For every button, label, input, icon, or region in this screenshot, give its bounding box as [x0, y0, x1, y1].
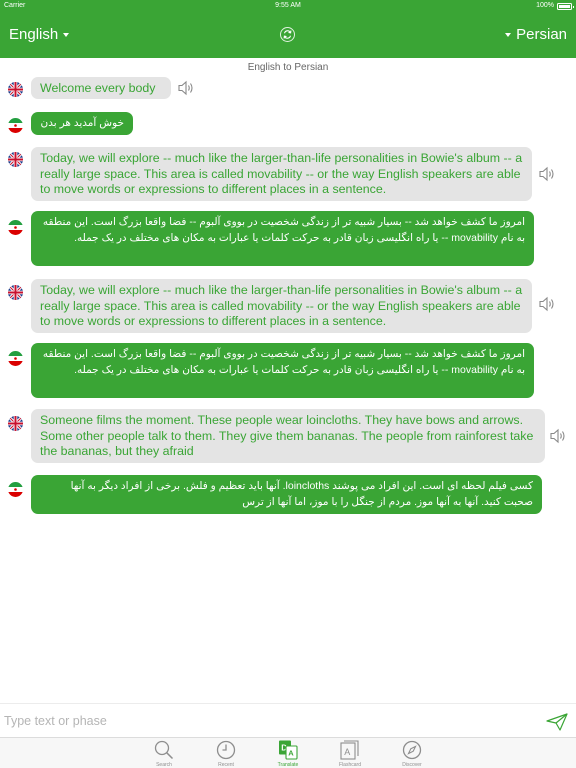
message-input-bar	[0, 703, 576, 737]
tab-translate[interactable]: D A Translate	[268, 739, 308, 768]
message-bubble-english[interactable]: Today, we will explore -- much like the …	[31, 279, 532, 333]
tab-recent[interactable]: Recent	[206, 739, 246, 768]
bottom-tab-bar: Search Recent D A Translate A Flashcard …	[0, 737, 576, 768]
clock-label: 9:55 AM	[275, 2, 301, 9]
battery-label: 100%	[536, 2, 554, 9]
source-language-label: English	[9, 26, 59, 43]
translate-text-input[interactable]	[0, 710, 530, 732]
uk-flag-icon	[8, 285, 23, 300]
message-bubble-persian[interactable]: خوش آمدید هر بدن	[31, 112, 133, 135]
tab-search[interactable]: Search	[144, 739, 184, 768]
speaker-icon[interactable]	[549, 428, 567, 444]
swap-languages-icon[interactable]	[280, 27, 295, 42]
message-bubble-persian[interactable]: امروز ما کشف خواهد شد -- بسیار شبیه تر ا…	[31, 343, 534, 398]
speaker-icon[interactable]	[177, 80, 195, 96]
tab-discover[interactable]: Discover	[392, 739, 432, 768]
svg-text:A: A	[288, 749, 294, 758]
tab-label: Translate	[277, 762, 299, 768]
translator-app: Carrier 9:55 AM 100% English Persian Eng…	[0, 0, 576, 768]
tab-label: Flashcard	[339, 762, 361, 768]
clock-icon	[216, 740, 236, 760]
svg-text:A: A	[344, 747, 350, 757]
uk-flag-icon	[8, 152, 23, 167]
translate-icon: D A	[279, 740, 298, 760]
uk-flag-icon	[8, 82, 23, 97]
flashcard-icon: A	[340, 740, 359, 760]
target-language-label: Persian	[516, 26, 567, 43]
iran-flag-icon	[8, 118, 23, 133]
message-bubble-english[interactable]: Someone films the moment. These people w…	[31, 409, 545, 463]
battery-icon	[557, 3, 574, 10]
message-bubble-english[interactable]: Today, we will explore -- much like the …	[31, 147, 532, 201]
caret-down-icon	[505, 32, 512, 37]
message-bubble-persian[interactable]: امروز ما کشف خواهد شد -- بسیار شبیه تر ا…	[31, 211, 534, 266]
speaker-icon[interactable]	[538, 296, 556, 312]
message-bubble-english[interactable]: Welcome every body	[31, 77, 171, 99]
tab-label: Recent	[218, 762, 234, 768]
message-bubble-persian[interactable]: کسی فیلم لحظه ای است. این افراد می پوشند…	[31, 475, 542, 514]
tab-label: Search	[156, 762, 172, 768]
send-icon[interactable]	[546, 713, 568, 731]
header-bar: Carrier 9:55 AM 100% English Persian	[0, 0, 576, 58]
caret-down-icon	[63, 32, 70, 37]
speaker-icon[interactable]	[538, 166, 556, 182]
magnifier-icon	[154, 740, 174, 760]
iran-flag-icon	[8, 482, 23, 497]
compass-icon	[402, 740, 422, 760]
source-language-selector[interactable]: English	[9, 26, 74, 43]
translation-direction-caption: English to Persian	[247, 62, 329, 73]
iran-flag-icon	[8, 220, 23, 235]
target-language-selector[interactable]: Persian	[500, 26, 567, 43]
iran-flag-icon	[8, 351, 23, 366]
tab-label: Discover	[402, 762, 422, 768]
tab-flashcard[interactable]: A Flashcard	[330, 739, 370, 768]
uk-flag-icon	[8, 416, 23, 431]
status-bar: Carrier 9:55 AM 100%	[0, 0, 576, 12]
